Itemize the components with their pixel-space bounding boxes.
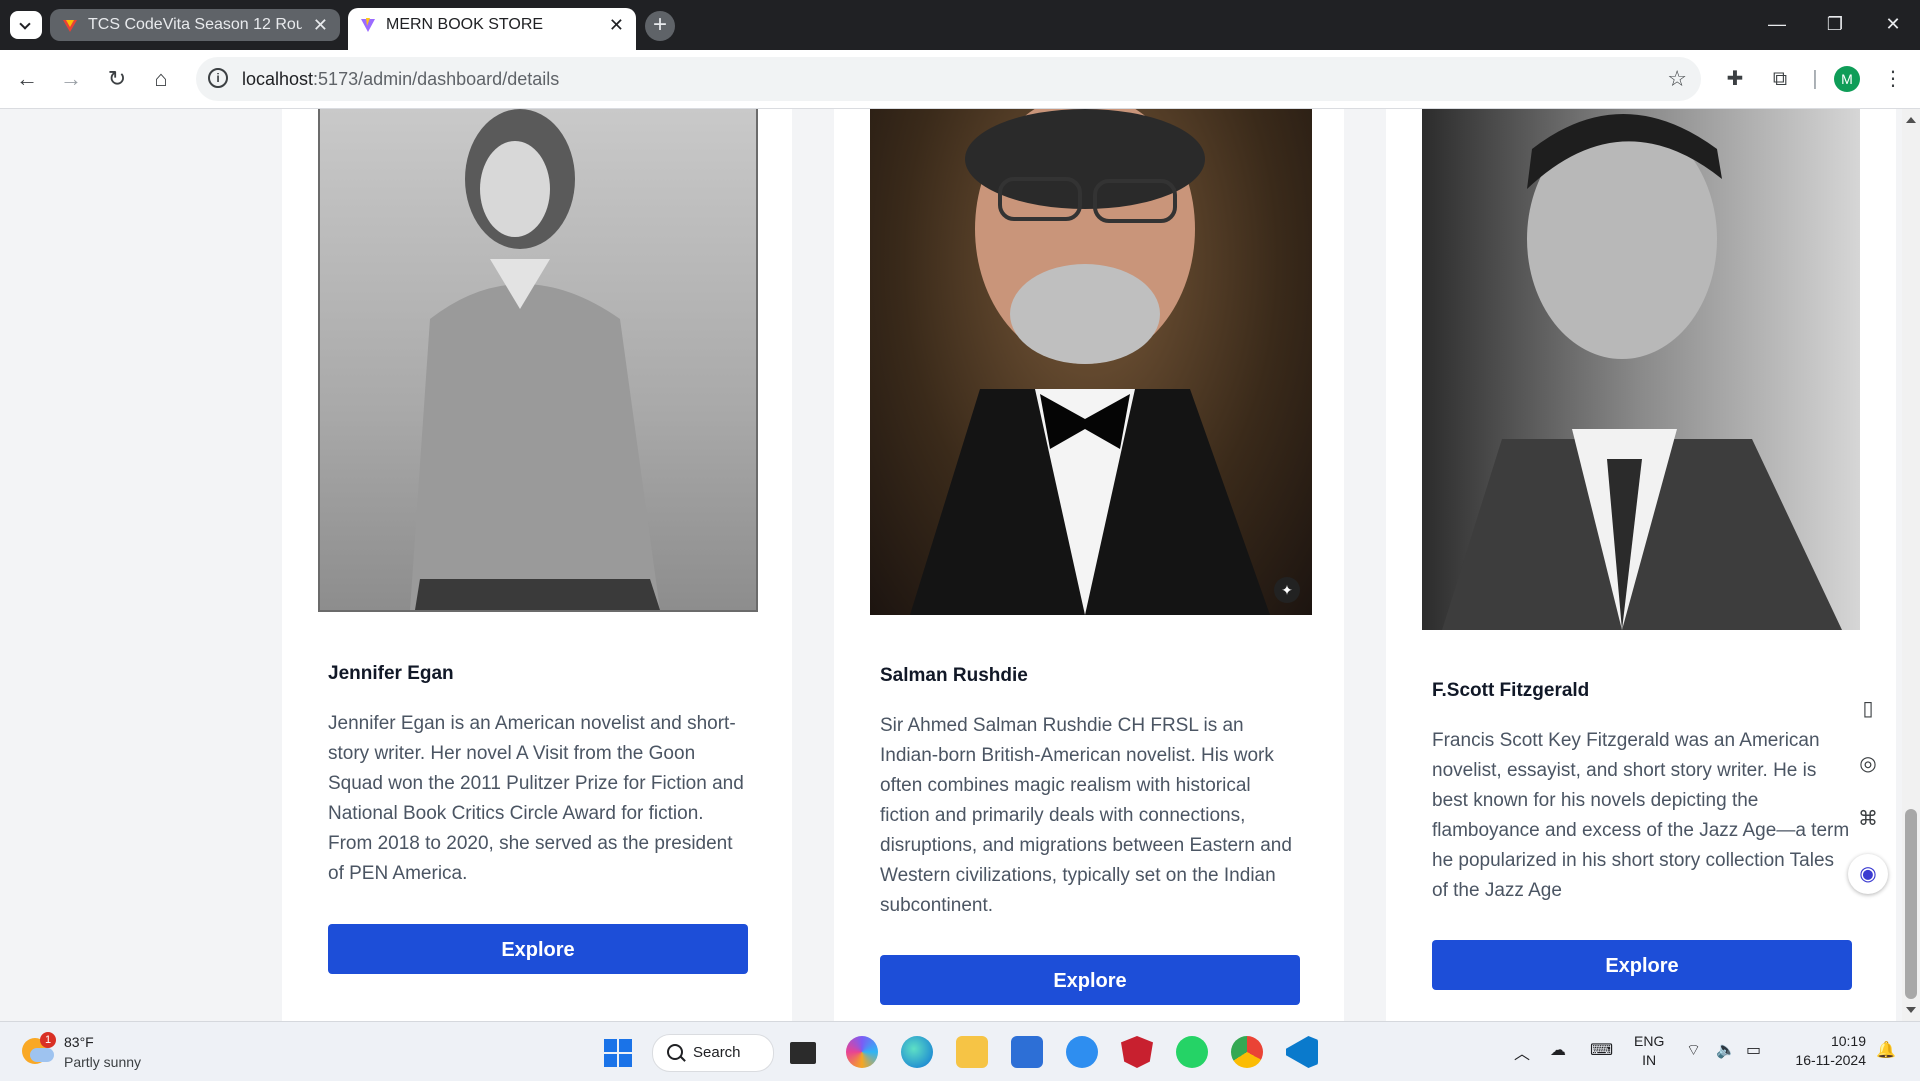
profile-avatar[interactable]: M [1834,66,1860,92]
volume-icon[interactable]: 🔈 [1716,1040,1736,1060]
explore-button[interactable]: Explore [880,955,1300,1005]
browser-tab-bar: TCS CodeVita Season 12 Round ✕ MERN BOOK… [0,0,1920,50]
page-scrollbar[interactable] [1902,109,1920,1021]
back-arrow-icon[interactable]: ← [12,64,42,94]
author-name: F.Scott Fitzgerald [1432,680,1590,701]
scroll-up-arrow-icon[interactable] [1906,117,1916,123]
mcafee-icon[interactable] [1121,1036,1153,1068]
wifi-icon[interactable]: ⌔ [1686,1040,1701,1060]
battery-icon[interactable]: ▭ [1746,1040,1761,1060]
author-card: F.Scott Fitzgerald Francis Scott Key Fit… [1386,109,1896,1021]
side-panel-icon[interactable]: ⧉ [1765,64,1795,94]
podcast-icon[interactable]: ◎ [1848,744,1888,784]
explore-button[interactable]: Explore [1432,940,1852,990]
new-tab-button[interactable]: + [645,11,675,41]
weather-condition: Partly sunny [64,1054,142,1070]
browser-toolbar: ← → ↻ ⌂ i localhost:5173/admin/dashboard… [0,50,1920,109]
taskbar-search[interactable]: Search [652,1034,774,1072]
scroll-thumb[interactable] [1905,809,1917,999]
woman-portrait-icon [410,109,660,610]
author-name: Jennifer Egan [328,663,454,684]
search-label: Search [693,1044,741,1061]
windows-start-icon[interactable] [604,1039,632,1067]
tab-codevita[interactable]: TCS CodeVita Season 12 Round ✕ [50,9,340,41]
close-tab-icon[interactable]: ✕ [609,8,624,42]
browser-menu-icon[interactable]: ⋮ [1878,64,1908,94]
edge-icon[interactable] [901,1036,933,1068]
vscode-icon[interactable] [1286,1036,1318,1068]
magic-wand-icon[interactable]: ✦ [1274,577,1300,603]
language-indicator[interactable]: ENG IN [1634,1032,1664,1070]
author-photo [1422,109,1860,630]
codevita-favicon-icon [63,20,77,32]
author-photo: ✦ [870,109,1312,615]
vite-favicon-icon [361,18,375,32]
author-card: Jennifer Egan Jennifer Egan is an Americ… [282,109,792,1021]
microsoft-store-icon[interactable] [1011,1036,1043,1068]
file-explorer-icon[interactable] [956,1036,988,1068]
windows-taskbar: 1 83°F Partly sunny Search ︿ ☁ ⌨ ENG IN … [0,1021,1920,1081]
task-view-icon[interactable] [790,1042,816,1064]
apps-grid-icon[interactable]: ⌘ [1848,799,1888,839]
author-photo [318,109,758,612]
card-gap [1344,109,1386,1021]
address-bar[interactable]: i localhost:5173/admin/dashboard/details… [196,57,1701,101]
chrome-icon[interactable] [1231,1036,1263,1068]
toolbar-divider: | [1812,68,1818,90]
tab-title: MERN BOOK STORE [386,16,544,33]
close-window-icon[interactable]: ✕ [1864,0,1920,50]
cloud-icon [30,1048,54,1062]
restore-icon[interactable]: ❐ [1806,0,1864,50]
reload-icon[interactable]: ↻ [102,64,132,94]
close-tab-icon[interactable]: ✕ [313,9,328,41]
minimize-icon[interactable]: — [1748,0,1806,50]
man-portrait-icon [910,109,1270,615]
weather-alert-badge: 1 [40,1032,56,1048]
left-gutter [0,109,282,1021]
author-name: Salman Rushdie [880,665,1028,686]
show-hidden-icons-chevron-icon[interactable]: ︿ [1514,1040,1530,1064]
tab-title: TCS CodeVita Season 12 Round [88,16,302,33]
extensions-puzzle-icon[interactable]: ✚ [1720,64,1750,94]
explore-button[interactable]: Explore [328,924,748,974]
teams-chat-icon[interactable] [1066,1036,1098,1068]
scroll-down-arrow-icon[interactable] [1906,1007,1916,1013]
system-clock[interactable]: 10:19 16-11-2024 [1786,1032,1866,1070]
tab-mern-book-store[interactable]: MERN BOOK STORE ✕ [348,8,636,50]
temperature: 83°F [64,1034,94,1050]
author-description: Jennifer Egan is an American novelist an… [328,713,744,884]
search-icon [667,1044,683,1060]
site-info-icon[interactable]: i [208,68,228,88]
whatsapp-icon[interactable] [1176,1036,1208,1068]
reading-view-book-icon[interactable]: ▯ [1848,689,1888,729]
card-gap [792,109,834,1021]
man-portrait-bw-icon [1442,114,1842,630]
browser-side-tools: ▯ ◎ ⌘ ◉ [1848,689,1892,909]
copilot-app-icon[interactable] [846,1036,878,1068]
notification-bell-icon[interactable]: 🔔 [1876,1040,1896,1060]
home-icon[interactable]: ⌂ [146,64,176,94]
keyboard-icon[interactable]: ⌨ [1590,1040,1613,1060]
page-viewport: Jennifer Egan Jennifer Egan is an Americ… [0,109,1902,1021]
forward-arrow-icon[interactable]: → [56,64,86,94]
author-description: Francis Scott Key Fitzgerald was an Amer… [1432,730,1850,901]
url-text[interactable]: localhost:5173/admin/dashboard/details [242,57,559,101]
copilot-icon[interactable]: ◉ [1848,854,1888,894]
bookmark-star-icon[interactable]: ☆ [1667,57,1687,101]
author-description: Sir Ahmed Salman Rushdie CH FRSL is an I… [880,715,1292,916]
tab-search-dropdown-button[interactable] [10,11,42,39]
author-card: ✦ Salman Rushdie Sir Ahmed Salman Rushdi… [834,109,1344,1021]
onedrive-cloud-icon[interactable]: ☁ [1550,1040,1566,1060]
